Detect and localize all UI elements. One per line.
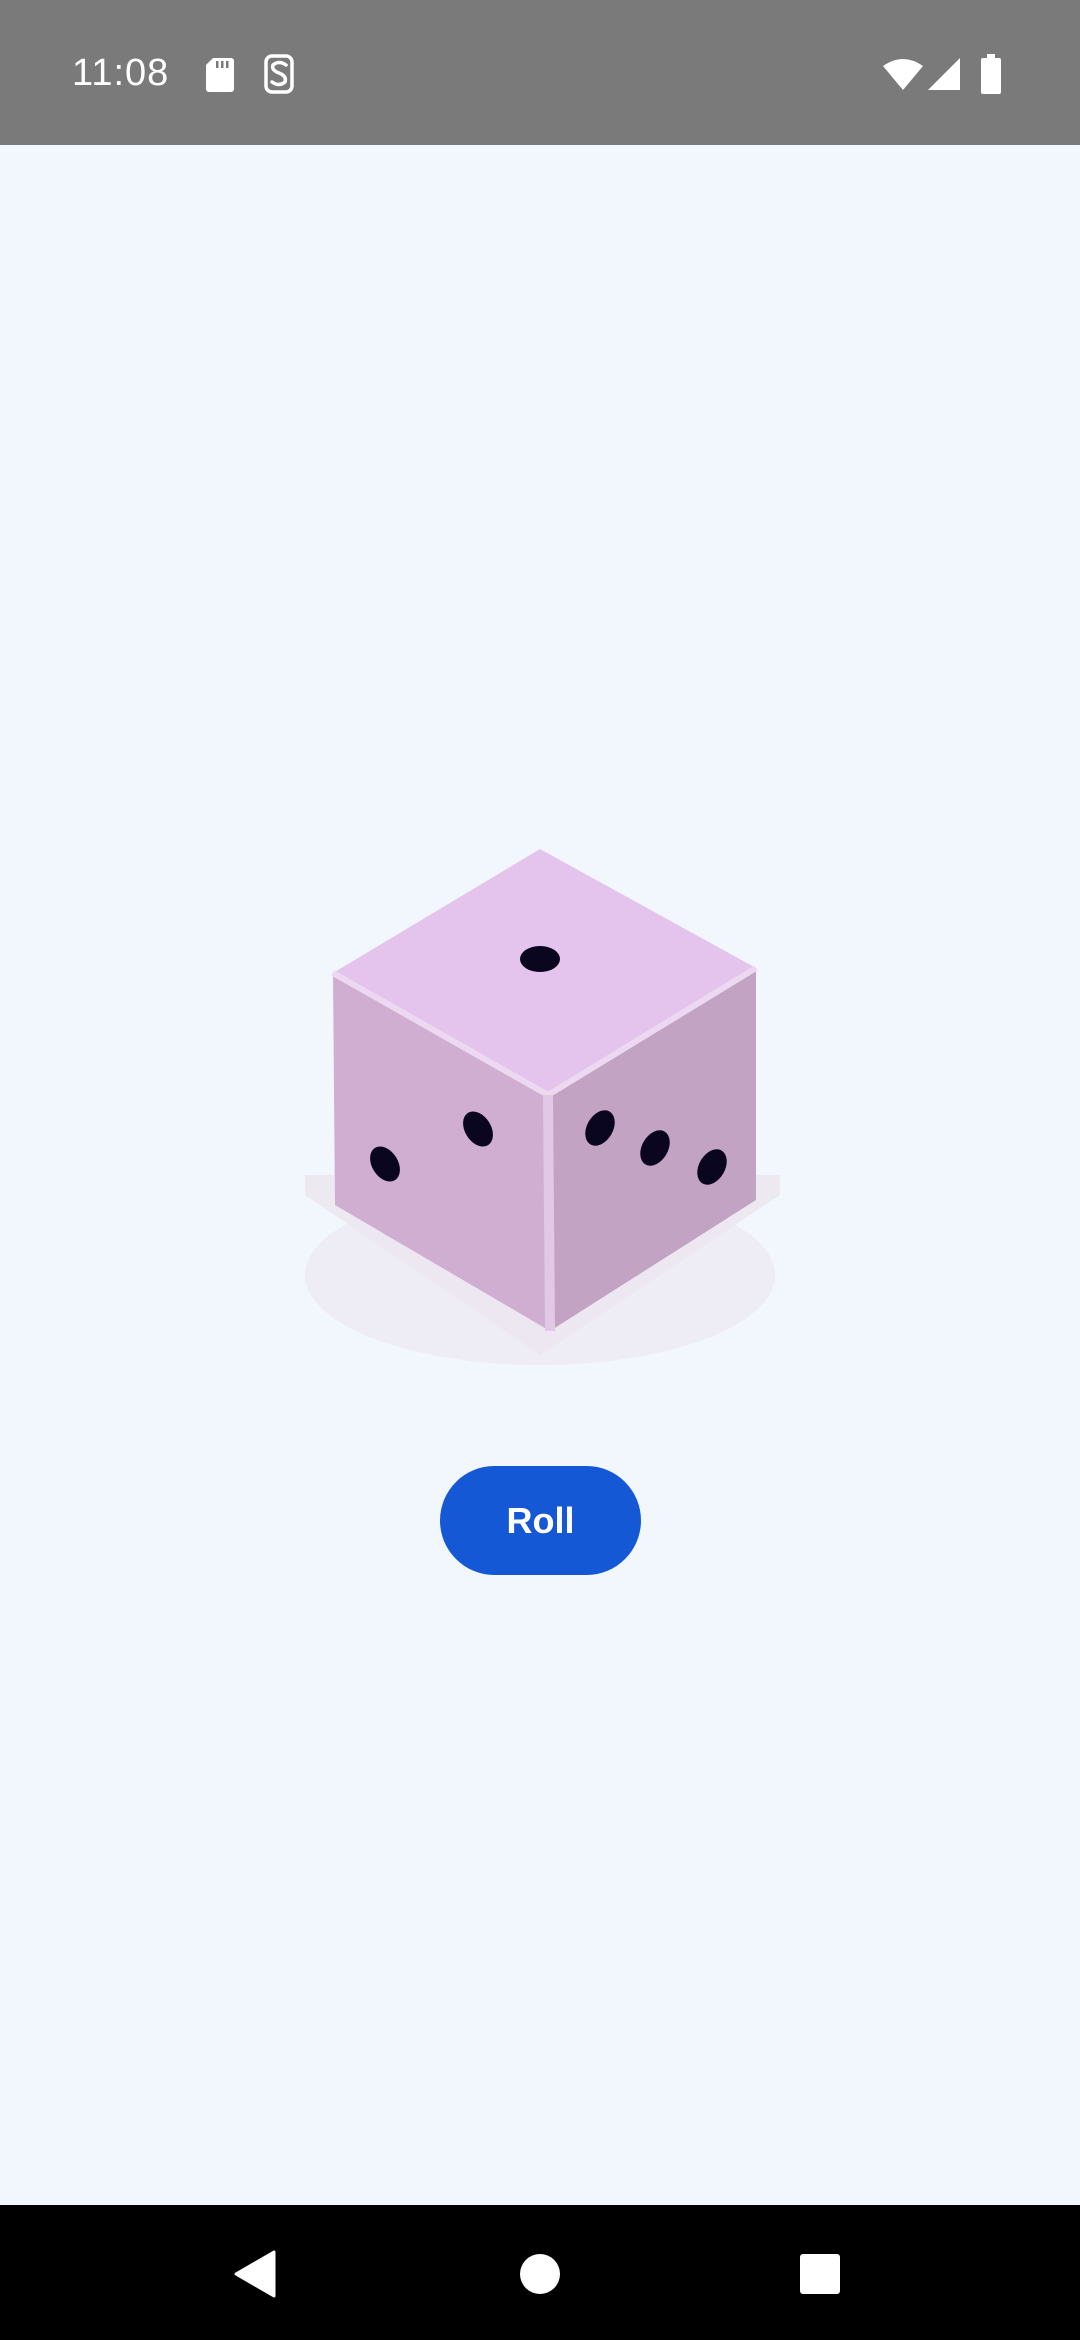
status-bar: 11:08 [0,0,1080,145]
back-icon[interactable] [206,2229,306,2319]
wifi-icon [883,58,923,97]
recents-icon[interactable] [770,2229,870,2319]
battery-icon [980,54,1002,99]
sd-card-icon [205,56,235,97]
home-icon[interactable] [490,2229,590,2319]
dice-image [290,835,790,1395]
roll-button[interactable]: Roll [440,1466,641,1575]
screen-record-icon [262,54,296,99]
status-time: 11:08 [72,52,170,94]
cell-signal-icon [928,58,962,97]
navigation-bar [0,2205,1080,2340]
dice-pip [520,946,560,972]
